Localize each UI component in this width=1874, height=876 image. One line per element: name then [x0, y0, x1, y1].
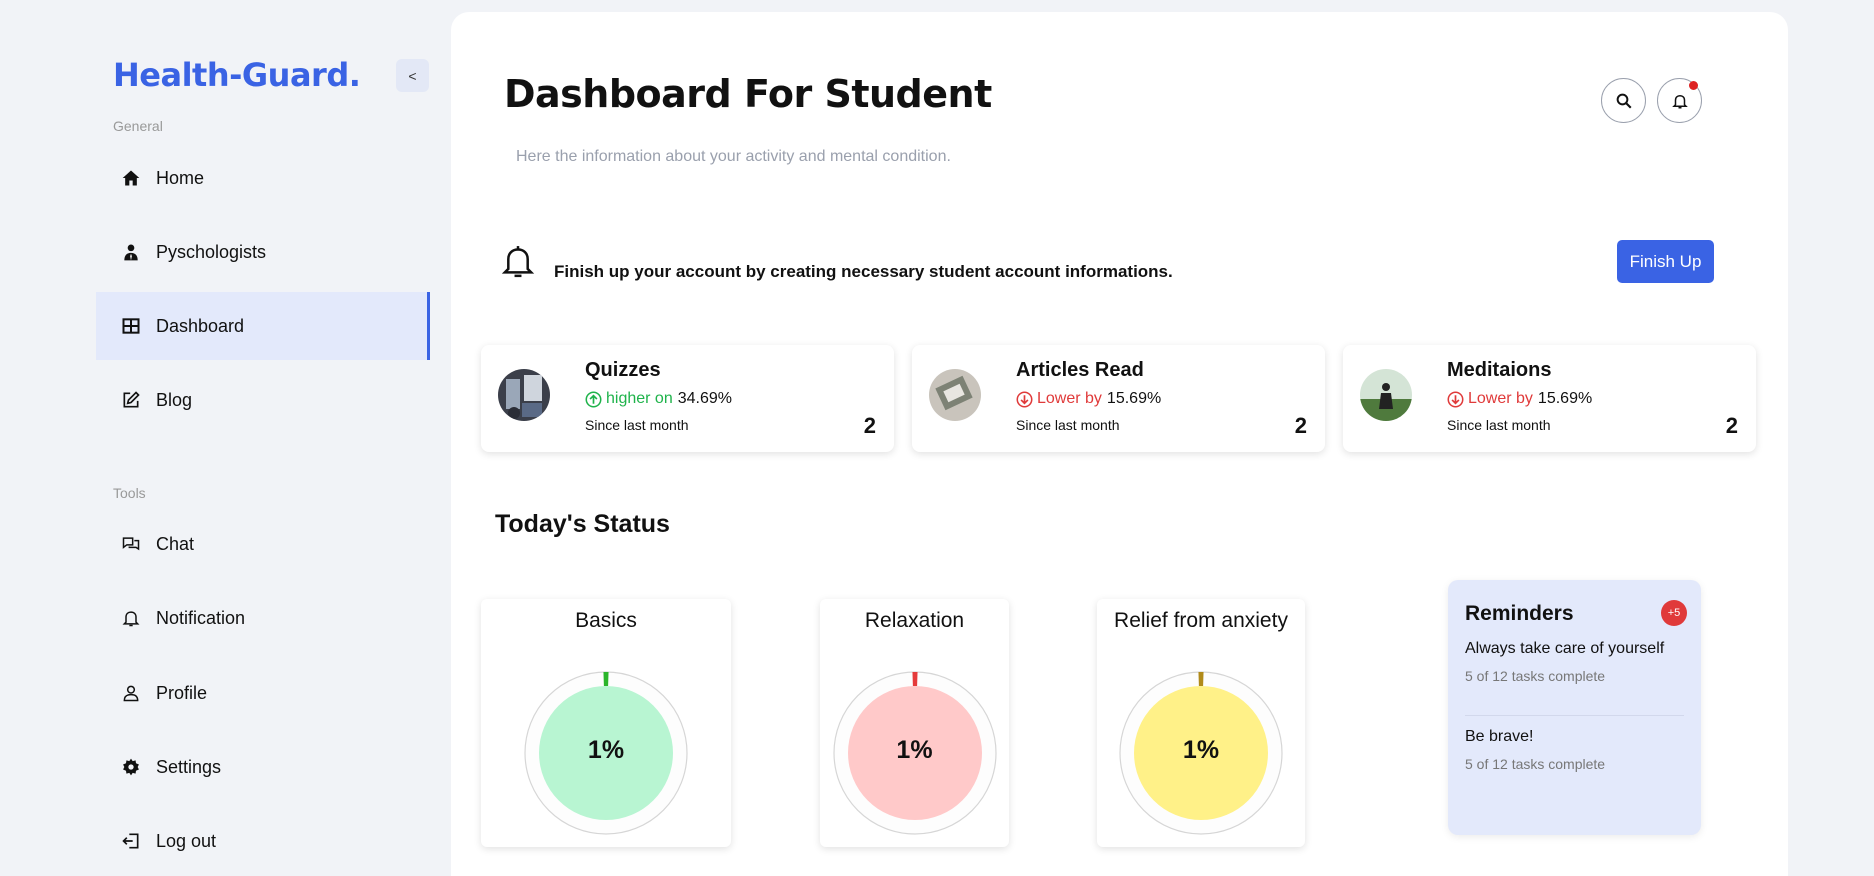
sidebar-item-settings[interactable]: Settings	[96, 733, 430, 801]
articles-thumbnail	[929, 369, 981, 421]
sidebar-item-notification[interactable]: Notification	[96, 584, 430, 652]
bell-icon	[1671, 94, 1688, 108]
reminder-title[interactable]: Be brave!	[1465, 728, 1533, 746]
arrow-down-circle-icon	[1447, 391, 1464, 407]
trend-word: higher on	[606, 390, 673, 407]
sidebar-item-logout[interactable]: Log out	[96, 807, 430, 875]
reminder-title[interactable]: Always take care of yourself	[1465, 640, 1664, 658]
trend-percent: 34.69%	[677, 390, 732, 407]
gear-icon	[120, 756, 142, 778]
reminder-progress: 5 of 12 tasks complete	[1465, 756, 1606, 772]
reminder-progress: 5 of 12 tasks complete	[1465, 668, 1606, 684]
sidebar-item-label: Pyschologists	[156, 241, 267, 262]
trend-word: Lower by	[1468, 390, 1533, 407]
bell-icon	[120, 607, 142, 629]
chat-icon	[120, 533, 142, 555]
stat-trend: Lower by 15.69%	[1447, 390, 1592, 408]
stat-title: Quizzes	[585, 359, 661, 381]
dashboard-icon	[120, 315, 142, 337]
trend-percent: 15.69%	[1537, 390, 1593, 407]
stat-card-articles-read[interactable]: Articles Read Lower by 15.69% Since last…	[912, 345, 1325, 452]
arrow-down-circle-icon	[1016, 391, 1033, 407]
sidebar-item-blog[interactable]: Blog	[96, 366, 430, 434]
main-panel: Dashboard For Student Here the informati…	[451, 12, 1788, 876]
gauge-title: Relief from anxiety	[1114, 609, 1288, 632]
todays-status-heading: Today's Status	[495, 510, 670, 538]
home-icon	[120, 167, 142, 189]
gauge-value: 1%	[587, 736, 625, 764]
notification-dot	[1689, 81, 1698, 90]
stat-trend: higher on 34.69%	[585, 390, 732, 408]
brand-logo[interactable]: Health-Guard.	[113, 56, 361, 94]
sidebar-item-label: Home	[156, 167, 205, 188]
logout-icon	[120, 830, 142, 852]
stat-title: Meditaions	[1447, 359, 1552, 381]
psychologist-icon	[120, 241, 142, 263]
notifications-button[interactable]	[1657, 78, 1702, 123]
page-subtitle: Here the information about your activity…	[516, 148, 951, 165]
trend-percent: 15.69%	[1106, 390, 1162, 407]
sidebar-item-chat[interactable]: Chat	[96, 510, 430, 578]
stat-card-quizzes[interactable]: Quizzes higher on 34.69% Since last mont…	[481, 345, 894, 452]
reminders-count-badge[interactable]: +5	[1661, 600, 1687, 626]
page-title: Dashboard For Student	[504, 72, 992, 116]
sidebar-item-label: Profile	[156, 682, 208, 703]
sidebar: Health-Guard. < General Home Pyschologis…	[0, 0, 440, 876]
gauge-card-relaxation: Relaxation 1%	[820, 599, 1009, 847]
bell-icon	[501, 246, 535, 278]
sidebar-item-label: Notification	[156, 607, 246, 628]
sidebar-item-label: Log out	[156, 830, 217, 851]
stat-count: 2	[863, 413, 876, 438]
gauge-value: 1%	[1182, 736, 1220, 764]
finish-up-button[interactable]: Finish Up	[1617, 240, 1714, 283]
general-section-label: General	[113, 118, 163, 134]
gauge-card-relief-from-anxiety: Relief from anxiety 1%	[1097, 599, 1305, 847]
tools-section-label: Tools	[113, 485, 146, 501]
sidebar-item-label: Chat	[156, 533, 195, 554]
trend-word: Lower by	[1037, 390, 1102, 407]
stat-title: Articles Read	[1016, 359, 1144, 381]
sidebar-item-label: Blog	[156, 389, 193, 410]
edit-icon	[120, 389, 142, 411]
sidebar-item-label: Settings	[156, 756, 222, 777]
sidebar-item-profile[interactable]: Profile	[96, 659, 430, 727]
stat-card-meditations[interactable]: Meditaions Lower by 15.69% Since last mo…	[1343, 345, 1756, 452]
user-icon	[120, 682, 142, 704]
search-button[interactable]	[1601, 78, 1646, 123]
stat-count: 2	[1294, 413, 1307, 438]
sidebar-item-dashboard[interactable]: Dashboard	[96, 292, 430, 360]
banner-message: Finish up your account by creating neces…	[554, 262, 1173, 281]
stat-since: Since last month	[1447, 417, 1551, 433]
collapse-sidebar-button[interactable]: <	[396, 59, 429, 92]
reminders-card[interactable]: Reminders +5 Always take care of yoursel…	[1448, 580, 1701, 835]
gauge-title: Basics	[575, 609, 637, 632]
gauge-card-basics: Basics 1%	[481, 599, 731, 847]
search-icon	[1616, 93, 1631, 108]
sidebar-item-label: Dashboard	[156, 315, 245, 336]
arrow-up-circle-icon	[585, 391, 602, 407]
stat-since: Since last month	[1016, 417, 1120, 433]
divider	[1465, 715, 1684, 716]
sidebar-item-home[interactable]: Home	[96, 144, 430, 212]
sidebar-item-pyschologists[interactable]: Pyschologists	[96, 218, 430, 286]
gauge-title: Relaxation	[864, 609, 965, 632]
stat-count: 2	[1725, 413, 1738, 438]
gauge-value: 1%	[896, 736, 933, 764]
meditations-thumbnail	[1360, 369, 1412, 421]
stat-trend: Lower by 15.69%	[1016, 390, 1161, 408]
quizzes-thumbnail	[498, 369, 550, 421]
reminders-title: Reminders	[1465, 602, 1574, 625]
stat-since: Since last month	[585, 417, 689, 433]
